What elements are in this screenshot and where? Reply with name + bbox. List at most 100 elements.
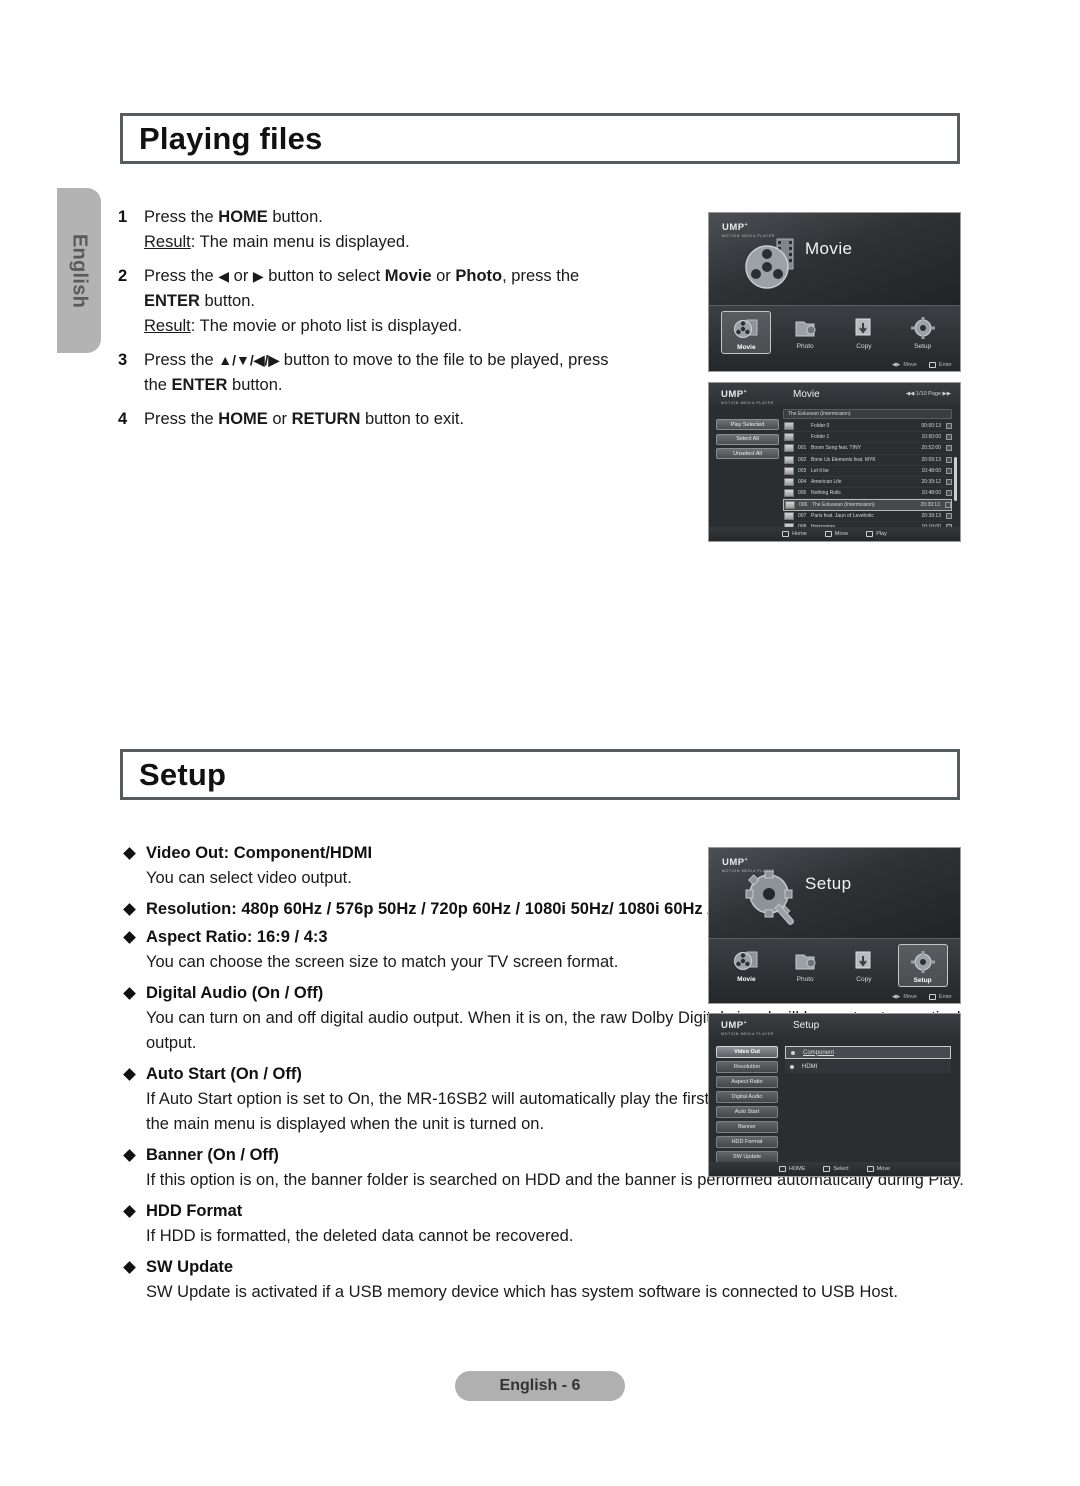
hint-move-label: Move [903, 361, 917, 368]
sidebar-item-aspect-ratio[interactable]: Aspect Ratio [716, 1076, 778, 1088]
footer-home[interactable]: HOME [778, 1166, 805, 1172]
row-checkbox[interactable] [945, 501, 951, 508]
row-checkbox[interactable] [946, 434, 952, 441]
sidebar-item-digital-audio[interactable]: Digital Audio [716, 1091, 778, 1103]
language-side-tab: English [57, 188, 101, 353]
table-row-selected[interactable]: 006 The Eoluxean (Intermission) 20:39:13 [783, 499, 952, 511]
row-checkbox[interactable] [946, 479, 952, 486]
feature-hdd-format: HDD Format If HDD is formatted, the dele… [120, 1198, 970, 1249]
sidebar-item-resolution[interactable]: Resolution [716, 1061, 778, 1073]
video-thumbnail [785, 500, 795, 509]
diamond-bullet-icon [123, 931, 136, 944]
step-3-line2-post: button. [227, 376, 283, 394]
tile-setup[interactable]: Setup [898, 311, 948, 354]
row-checkbox[interactable] [946, 456, 952, 463]
movie-list-footer: Home Move Play [709, 527, 960, 541]
footer-play[interactable]: Play [866, 531, 887, 537]
option-component[interactable]: Component [785, 1046, 951, 1059]
table-row[interactable]: 003 Let it be 10:48:00 [783, 466, 952, 477]
step-body: Press the HOME button. Result: The main … [144, 205, 410, 255]
table-row[interactable]: Folder 1 10:50:00 [783, 432, 952, 444]
option-component-label: Component [803, 1049, 835, 1056]
row-index: 006 [799, 501, 808, 508]
row-checkbox[interactable] [946, 490, 952, 497]
row-name: American Life [811, 479, 842, 486]
step-4-bold-return: RETURN [291, 410, 361, 428]
setup-home-hints: ◀▶ Move Enter [892, 993, 952, 1000]
row-time: 10:48:00 [921, 490, 941, 497]
footer-play-label: Play [876, 531, 887, 537]
tile-setup[interactable]: Setup [897, 943, 948, 987]
row-checkbox[interactable] [946, 467, 952, 474]
setup-home-hero: UMP+ MOTION MEDIA PLAYER Setup [709, 848, 960, 938]
option-hdmi[interactable]: HDMI [785, 1060, 951, 1073]
ump-logo-sub: MOTION MEDIA PLAYER [721, 401, 774, 406]
sidebar-item-auto-start[interactable]: Auto Start [716, 1106, 778, 1118]
footer-move[interactable]: Move [866, 1166, 890, 1172]
ump-logo: UMP+ MOTION MEDIA PLAYER [721, 389, 774, 405]
table-row[interactable]: 007 Paris feat. Jaun of Leveholic 20:39:13 [783, 511, 952, 522]
unselect-all-button[interactable]: Unselect All [716, 448, 779, 459]
row-checkbox[interactable] [946, 512, 952, 519]
step-2-text-post: , press the [502, 267, 580, 285]
step-4: 4 Press the HOME or RETURN button to exi… [118, 407, 698, 432]
tile-movie[interactable]: Movie [721, 310, 772, 354]
list-scrollbar[interactable] [954, 457, 957, 501]
screenshot-setup-menu: UMP+ MOTION MEDIA PLAYER Setup Video Out… [708, 1013, 961, 1177]
table-row[interactable]: 005 Nothing Rolls 10:48:00 [783, 488, 952, 500]
footer-home[interactable]: Home [782, 531, 807, 537]
step-2-result-text: : The movie or photo list is displayed. [190, 317, 462, 335]
diamond-bullet-icon [123, 1149, 136, 1162]
step-2-line2-post: button. [199, 292, 255, 310]
diamond-bullet-icon [123, 847, 136, 860]
step-2-bold-enter: ENTER [144, 292, 200, 310]
hint-enter-label: Enter [938, 361, 952, 368]
table-row[interactable]: Folder 0 00:00:13 [783, 421, 952, 433]
page-indicator[interactable]: ◀◀ 1/10 Page ▶▶ [906, 391, 951, 397]
gear-wrench-art-icon [745, 870, 794, 925]
section-title-playing-files: Playing files [139, 120, 323, 156]
row-name: The Eoluxean (Intermission) [812, 501, 875, 508]
movie-list-header: UMP+ MOTION MEDIA PLAYER Movie ◀◀ 1/10 P… [709, 383, 960, 407]
page-footer-label: English - 6 [455, 1371, 625, 1401]
movie-home-hints: ◀▶ Move Enter [892, 361, 952, 368]
step-1-result-label: Result [144, 233, 191, 251]
step-1-text-post: button. [267, 208, 323, 226]
tile-movie[interactable]: Movie [721, 944, 771, 987]
row-index: 004 [798, 479, 807, 486]
diamond-bullet-icon [123, 987, 136, 1000]
row-index: 002 [798, 456, 807, 463]
feature-heading-text: Digital Audio (On / Off) [146, 984, 324, 1002]
step-4-text-post: button to exit. [360, 410, 465, 428]
step-3-line2-pre: the [144, 376, 172, 394]
tile-photo[interactable]: Photo [780, 944, 830, 987]
row-time: 00:00:13 [921, 423, 941, 430]
table-row[interactable]: 002 Bone Us Elements feat. MYK 20:09:13 [783, 455, 952, 466]
row-index: 005 [798, 490, 807, 497]
setup-home-hero-title: Setup [805, 874, 852, 893]
tile-copy[interactable]: Copy [839, 311, 889, 354]
table-row[interactable]: 004 American Life 20:39:12 [783, 477, 952, 489]
footer-select[interactable]: Select [823, 1166, 849, 1172]
table-row[interactable]: 001 Boom Song feat. TINY 20:52:00 [783, 443, 952, 455]
tile-copy[interactable]: Copy [839, 944, 889, 987]
row-index: 007 [798, 512, 807, 519]
play-selected-button[interactable]: Play Selected [716, 419, 779, 430]
select-all-button[interactable]: Select All [716, 433, 779, 445]
tile-copy-label: Copy [856, 975, 872, 983]
hint-move: ◀▶ Move [892, 362, 917, 368]
movie-home-hero-title: Movie [805, 239, 853, 258]
tile-photo[interactable]: Photo [780, 311, 830, 354]
sidebar-item-video-out[interactable]: Video Out [716, 1046, 778, 1058]
row-checkbox[interactable] [946, 445, 952, 452]
sidebar-item-banner[interactable]: Banner [716, 1121, 778, 1133]
setup-home-tiles: Movie Photo Copy Setup [709, 939, 960, 987]
sidebar-item-hdd-format[interactable]: HDD Format [716, 1136, 778, 1148]
video-thumbnail [784, 478, 794, 487]
row-name: Boom Song feat. TINY [811, 445, 861, 452]
row-checkbox[interactable] [946, 423, 952, 430]
row-name: Bone Us Elements feat. MYK [811, 456, 876, 463]
footer-move[interactable]: Move [824, 531, 848, 537]
feature-heading-text: SW Update [146, 1258, 234, 1276]
step-body: Press the ◀ or ▶ button to select Movie … [144, 264, 579, 339]
